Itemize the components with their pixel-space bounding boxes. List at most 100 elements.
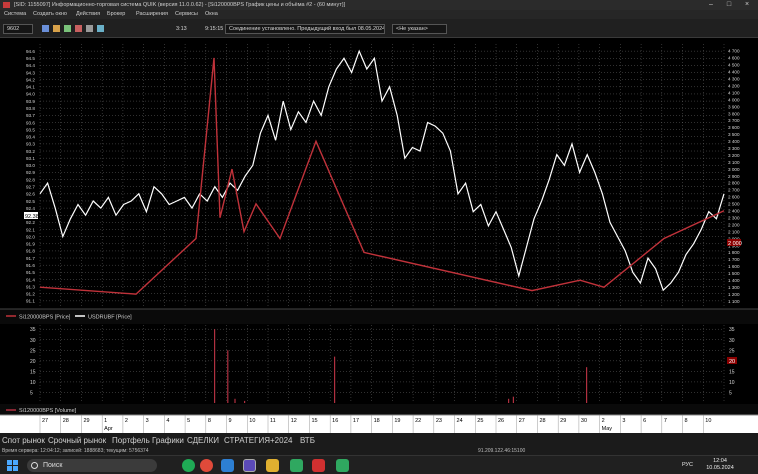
minimize-icon[interactable]: – xyxy=(702,0,720,10)
order-icon[interactable] xyxy=(64,25,71,32)
x-tick-label: 15 xyxy=(311,418,317,424)
left-price-marker: 92.385 xyxy=(25,214,42,220)
volume-tick-label-left: 25 xyxy=(30,348,36,354)
right-tick-label: 3 500 xyxy=(728,132,740,137)
left-tick-label: 91.5 xyxy=(26,270,35,275)
x-tick-label: 26 xyxy=(498,418,504,424)
x-tick-label: 9 xyxy=(229,418,232,424)
si-price-line xyxy=(39,57,725,295)
menu-item-services[interactable]: Сервисы xyxy=(175,10,198,19)
left-tick-label: 93.2 xyxy=(26,149,35,154)
right-tick-label: 4 700 xyxy=(728,49,740,54)
left-tick-label: 92.6 xyxy=(26,192,35,197)
windows-taskbar: Поиск РУС 12:04 10.05.2024 xyxy=(0,455,758,474)
quik-app-icon xyxy=(3,2,10,8)
x-tick-label: 25 xyxy=(477,418,483,424)
left-tick-label: 94.2 xyxy=(26,77,35,82)
server-address: 91.209.122.46:15100 xyxy=(478,448,526,454)
settings-icon[interactable] xyxy=(86,25,93,32)
volume-bar xyxy=(586,367,588,403)
chrome-icon[interactable] xyxy=(200,459,213,472)
x-tick-label: 27 xyxy=(42,418,48,424)
tab-spot-market[interactable]: Спот рынок xyxy=(2,433,45,448)
chart-icon[interactable] xyxy=(53,25,60,32)
menu-item-broker[interactable]: Брокер xyxy=(107,10,125,19)
right-tick-label: 1 800 xyxy=(728,250,740,255)
folder-icon[interactable] xyxy=(266,459,279,472)
workspace-tabs: Спот рынок Срочный рынок Портфель График… xyxy=(0,433,758,448)
right-tick-label: 2 700 xyxy=(728,188,740,193)
taskbar-search-input[interactable]: Поиск xyxy=(27,459,157,472)
left-tick-label: 91.9 xyxy=(26,242,35,247)
interval-select[interactable]: 9602 xyxy=(3,24,33,34)
left-tick-label: 92.4 xyxy=(26,206,35,211)
right-tick-label: 3 600 xyxy=(728,125,740,130)
right-tick-label: 3 100 xyxy=(728,160,740,165)
time-indicator-1: 3:13 xyxy=(176,26,187,32)
search-icon xyxy=(31,462,38,469)
right-tick-label: 4 100 xyxy=(728,90,740,95)
yandex-icon[interactable] xyxy=(312,459,325,472)
quik-icon[interactable] xyxy=(243,459,256,472)
account-select[interactable]: <Не указан> xyxy=(392,24,447,34)
x-tick-label: 10 xyxy=(705,418,711,424)
whatsapp-icon[interactable] xyxy=(182,459,195,472)
volume-bar xyxy=(334,356,336,403)
tab-portfolio[interactable]: Портфель xyxy=(112,433,150,448)
maximize-icon[interactable]: □ xyxy=(720,0,738,10)
tab-trades[interactable]: СДЕЛКИ xyxy=(187,433,219,448)
left-tick-label: 94.3 xyxy=(26,70,35,75)
volume-bar xyxy=(244,400,246,403)
close-icon[interactable]: × xyxy=(738,0,756,10)
right-tick-label: 2 400 xyxy=(728,209,740,214)
menu-item-create-window[interactable]: Создать окно xyxy=(33,10,67,19)
x-tick-label: 29 xyxy=(560,418,566,424)
right-tick-label: 4 300 xyxy=(728,77,740,82)
volume-tick-label-right: 25 xyxy=(729,348,735,354)
taskbar-clock[interactable]: 12:04 10.05.2024 xyxy=(700,458,740,472)
volume-tick-label-right: 5 xyxy=(729,390,732,396)
right-tick-label: 4 500 xyxy=(728,63,740,68)
tab-charts[interactable]: Графики xyxy=(152,433,184,448)
tab-strategy[interactable]: СТРАТЕГИЯ+2024 xyxy=(224,433,292,448)
windows-start-icon[interactable] xyxy=(6,459,19,472)
clock-date: 10.05.2024 xyxy=(706,465,734,471)
right-tick-label: 3 200 xyxy=(728,153,740,158)
x-tick-label: 30 xyxy=(581,418,587,424)
x-tick-label: 17 xyxy=(353,418,359,424)
menu-item-extensions[interactable]: Расширения xyxy=(136,10,168,19)
menu-item-system[interactable]: Система xyxy=(4,10,26,19)
right-tick-label: 2 900 xyxy=(728,174,740,179)
volume-tick-label-left: 30 xyxy=(30,338,36,344)
edge-icon[interactable] xyxy=(221,459,234,472)
quik-green-icon-2[interactable] xyxy=(336,459,349,472)
menu-bar: Система Создать окно Действия Брокер Рас… xyxy=(0,10,758,19)
x-tick-label: 19 xyxy=(394,418,400,424)
server-time-status: Время сервера: 12:04:12; записей: 188868… xyxy=(2,448,149,454)
left-tick-label: 91.6 xyxy=(26,263,35,268)
quik-green-icon[interactable] xyxy=(290,459,303,472)
price-axis-left: 94.6 94.5 94.4 94.3 94.2 94.1 94.0 93.9 93.8 93.7… xyxy=(26,49,35,304)
right-tick-label: 1 100 xyxy=(728,299,740,304)
volume-tick-label-right: 15 xyxy=(729,369,735,375)
filter-icon[interactable] xyxy=(97,25,104,32)
right-tick-label: 4 400 xyxy=(728,70,740,75)
x-tick-label: 28 xyxy=(63,418,69,424)
menu-item-windows[interactable]: Окна xyxy=(205,10,218,19)
x-tick-label: 6 xyxy=(643,418,646,424)
clock-time: 12:04 xyxy=(713,458,727,464)
tab-vtb[interactable]: ВТБ xyxy=(300,433,315,448)
legend-volume: Si120000BPS [Volume] xyxy=(19,408,77,414)
legend-usd: USDRUBF [Price] xyxy=(88,315,132,321)
language-indicator[interactable]: РУС xyxy=(682,462,693,469)
trade-icon[interactable] xyxy=(75,25,82,32)
left-tick-label: 93.0 xyxy=(26,163,35,168)
right-tick-label: 1 300 xyxy=(728,285,740,290)
toolbar-icon-row xyxy=(42,25,104,33)
menu-item-actions[interactable]: Действия xyxy=(76,10,100,19)
table-icon[interactable] xyxy=(42,25,49,32)
volume-tick-label-left: 15 xyxy=(30,369,36,375)
price-volume-chart[interactable]: 94.6 94.5 94.4 94.3 94.2 94.1 94.0 93.9 93.8 93.7… xyxy=(0,38,758,433)
right-tick-label: 1 600 xyxy=(728,264,740,269)
tab-futures-market[interactable]: Срочный рынок xyxy=(48,433,106,448)
